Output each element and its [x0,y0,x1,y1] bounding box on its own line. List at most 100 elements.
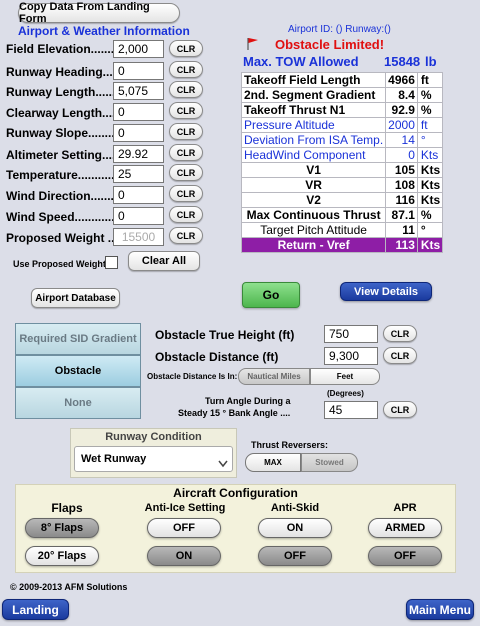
flaps-20-button[interactable]: 20° Flaps [25,546,99,566]
runway-length-label: Runway Length......... [6,85,126,99]
result-label: Return - Vref [240,237,387,253]
runway-condition-select[interactable]: Wet Runway [74,446,233,472]
result-row: HeadWind Component 0 Kts [240,147,444,163]
obstacle-distance-input[interactable]: 9,300 [324,347,378,365]
result-unit: ° [416,132,444,148]
result-row: Target Pitch Attitude 11 ° [240,222,444,238]
anti-ice-off-button[interactable]: OFF [147,518,221,538]
result-unit: % [416,87,444,103]
runway-slope-input[interactable]: 0 [113,124,164,142]
runway-condition-title: Runway Condition [105,431,202,443]
proposed-weight-clr-button[interactable]: CLR [169,227,203,244]
result-row: V2 116 Kts [240,192,444,208]
runway-length-clr-button[interactable]: CLR [169,81,203,98]
temperature-input[interactable]: 25 [113,165,164,183]
result-unit: ft [416,72,444,88]
wind-direction-input[interactable]: 0 [113,186,164,204]
clearway-length-input[interactable]: 0 [113,103,164,121]
wind-speed-clr-button[interactable]: CLR [169,206,203,223]
max-tow-value: 15848 [384,54,421,69]
anti-skid-off-button[interactable]: OFF [258,546,332,566]
turn-angle-label-1: Turn Angle During a [205,396,291,406]
obstacle-button[interactable]: Obstacle [15,355,141,387]
result-unit: Kts [416,147,444,163]
result-value: 14 [385,132,418,148]
view-details-button[interactable]: View Details [340,282,432,301]
result-value: 92.9 [385,102,418,118]
result-unit: Kts [416,237,444,253]
max-tow-label: Max. TOW Allowed [243,54,359,69]
main-menu-button[interactable]: Main Menu [406,599,474,620]
runway-heading-input[interactable]: 0 [113,62,164,80]
thrust-reversers-stowed-toggle[interactable]: Stowed [301,453,358,472]
result-unit: % [416,102,444,118]
field-elevation-clr-button[interactable]: CLR [169,40,203,57]
none-button[interactable]: None [15,387,141,419]
anti-ice-heading: Anti-Ice Setting [144,502,226,514]
runway-length-input[interactable]: 5,075 [113,82,164,100]
result-label: Takeoff Thrust N1 [240,102,387,118]
turn-angle-clr-button[interactable]: CLR [383,401,417,418]
result-value: 105 [385,162,418,178]
copy-landing-data-button[interactable]: Copy Data From Landing Form [18,1,180,25]
result-row: Pressure Altitude 2000 ft [240,117,444,133]
feet-toggle[interactable]: Feet [310,368,380,385]
anti-skid-heading: Anti-Skid [270,502,320,514]
altimeter-setting-clr-button[interactable]: CLR [169,144,203,161]
runway-heading-label: Runway Heading....... [6,65,127,79]
degrees-label: (Degrees) [327,389,364,398]
proposed-weight-input[interactable]: 15500 [113,228,164,246]
result-value: 116 [385,192,418,208]
clearway-length-label: Clearway Length....... [6,106,126,120]
results-table: Takeoff Field Length 4966 ft 2nd. Segmen… [240,72,444,253]
obstacle-distance-clr-button[interactable]: CLR [383,347,417,364]
thrust-reversers-title: Thrust Reversers: [251,440,329,450]
result-value: 113 [385,237,418,253]
obstacle-height-label: Obstacle True Height (ft) [155,328,295,342]
result-label: HeadWind Component [240,147,387,163]
runway-heading-clr-button[interactable]: CLR [169,61,203,78]
clear-all-button[interactable]: Clear All [128,251,200,271]
airport-id-text: Airport ID: () Runway:() [288,24,391,35]
required-sid-gradient-button[interactable]: Required SID Gradient [15,323,141,355]
result-value: 11 [385,222,418,238]
landing-button[interactable]: Landing [2,599,69,620]
result-label: Deviation From ISA Temp. [240,132,387,148]
result-row: Takeoff Thrust N1 92.9 % [240,102,444,118]
obstacle-limited-text: Obstacle Limited! [275,37,385,52]
result-value: 8.4 [385,87,418,103]
runway-slope-clr-button[interactable]: CLR [169,123,203,140]
clearway-length-clr-button[interactable]: CLR [169,102,203,119]
flaps-8-button[interactable]: 8° Flaps [25,518,99,538]
altimeter-setting-input[interactable]: 29.92 [113,145,164,163]
wind-speed-input[interactable]: 0 [113,207,164,225]
temperature-clr-button[interactable]: CLR [169,164,203,181]
result-value: 87.1 [385,207,418,223]
nautical-miles-toggle[interactable]: Nautical Miles [238,368,310,385]
section-title: Airport & Weather Information [18,24,190,38]
result-label: V2 [240,192,387,208]
result-label: Target Pitch Attitude [240,222,387,238]
proposed-weight-label: Proposed Weight .... [6,231,122,245]
thrust-reversers-max-toggle[interactable]: MAX [245,453,301,472]
field-elevation-input[interactable]: 2,000 [113,40,164,58]
runway-condition-value: Wet Runway [81,453,147,465]
result-row: Max Continuous Thrust 87.1 % [240,207,444,223]
turn-angle-input[interactable]: 45 [324,401,378,419]
result-unit: ft [416,117,444,133]
go-button[interactable]: Go [242,282,300,308]
obstacle-height-input[interactable]: 750 [324,325,378,343]
use-proposed-weight-checkbox[interactable] [105,256,118,269]
apr-off-button[interactable]: OFF [368,546,442,566]
airport-database-button[interactable]: Airport Database [31,288,120,308]
result-unit: ° [416,222,444,238]
result-label: VR [240,177,387,193]
anti-skid-on-button[interactable]: ON [258,518,332,538]
anti-ice-on-button[interactable]: ON [147,546,221,566]
obstacle-height-clr-button[interactable]: CLR [383,325,417,342]
result-row: V1 105 Kts [240,162,444,178]
wind-direction-clr-button[interactable]: CLR [169,185,203,202]
result-row: Takeoff Field Length 4966 ft [240,72,444,88]
result-value: 108 [385,177,418,193]
apr-armed-button[interactable]: ARMED [368,518,442,538]
